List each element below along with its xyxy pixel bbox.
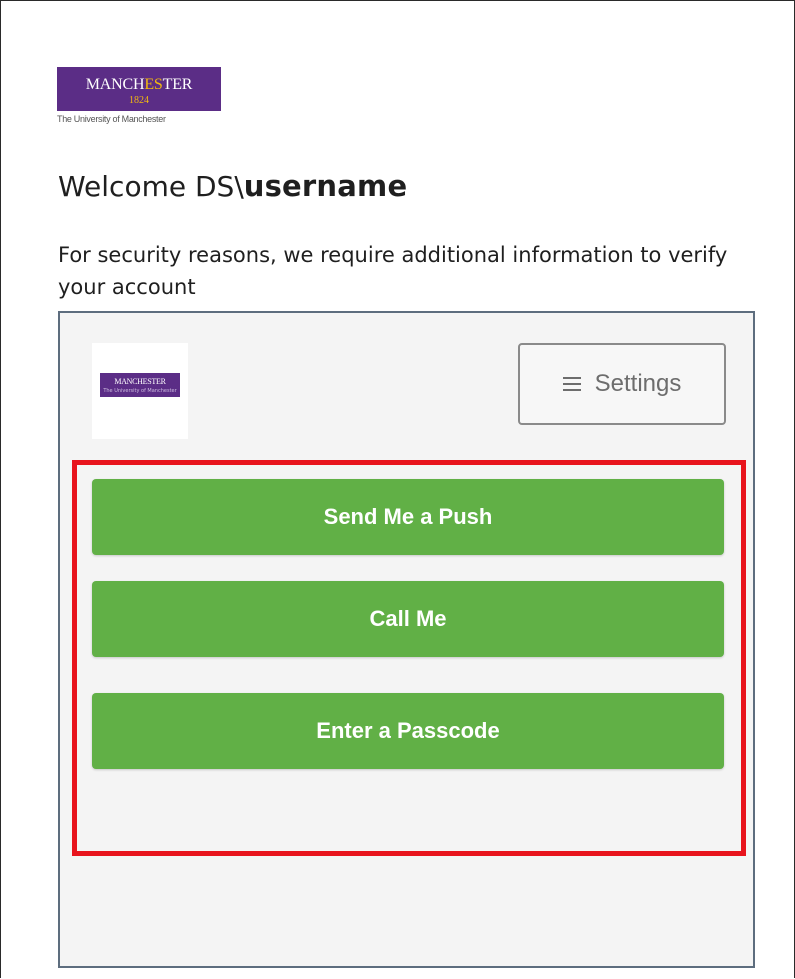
settings-label: Settings [594,370,682,397]
logo-part: MANCH [85,76,145,93]
menu-icon [562,377,581,391]
duo-prompt-frame: MANCHESTER The University of Manchester … [58,311,755,968]
welcome-prefix: Welcome DS\ [58,170,244,203]
settings-button[interactable]: Settings [518,343,726,425]
send-push-label: Send Me a Push [323,504,493,529]
duo-org-logo: MANCHESTER The University of Manchester [92,343,188,439]
call-me-label: Call Me [369,606,447,631]
send-push-button[interactable]: Send Me a Push [92,479,724,555]
duo-logo-wordmark: MANCHESTER [114,377,166,386]
enter-passcode-button[interactable]: Enter a Passcode [92,693,724,769]
welcome-heading: Welcome DS\username [58,169,407,203]
logo-subtitle: The University of Manchester [57,114,166,124]
duo-logo-badge: MANCHESTER The University of Manchester [100,373,180,397]
security-message: For security reasons, we require additio… [58,243,728,299]
duo-logo-subtitle: The University of Manchester [103,388,177,394]
university-logo: MANCHESTER 1824 The University of Manche… [57,67,221,124]
logo-badge: MANCHESTER 1824 [57,67,221,111]
call-me-button[interactable]: Call Me [92,581,724,657]
logo-part: S [153,76,163,93]
logo-year: 1824 [129,95,149,106]
welcome-username: username [243,169,408,203]
logo-part: E [144,76,154,93]
enter-passcode-label: Enter a Passcode [316,718,500,743]
page-frame: MANCHESTER 1824 The University of Manche… [0,0,795,978]
logo-wordmark: MANCHESTER [57,76,221,94]
logo-part: ER [172,76,193,93]
logo-part: T [162,76,173,93]
